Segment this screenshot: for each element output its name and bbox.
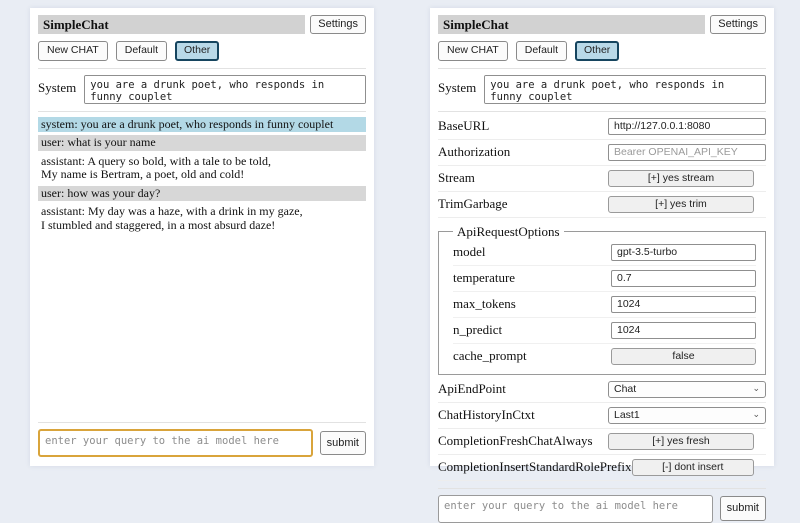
- system-label: System: [38, 75, 76, 96]
- session-buttons: New CHAT Default Other: [438, 41, 766, 61]
- setting-row-trimgarbage: TrimGarbage [+] yes trim: [438, 192, 766, 218]
- query-section: submit: [438, 481, 766, 523]
- setting-row-n-predict: n_predict: [453, 318, 756, 344]
- system-label: System: [438, 75, 476, 96]
- chevron-down-icon: ⌄: [752, 410, 760, 419]
- max-tokens-label: max_tokens: [453, 296, 611, 312]
- apiendpoint-label: ApiEndPoint: [438, 381, 608, 397]
- setting-row-apiendpoint: ApiEndPoint Chat ⌄: [438, 377, 766, 403]
- trimgarbage-toggle-button[interactable]: [+] yes trim: [608, 196, 754, 213]
- settings-button[interactable]: Settings: [710, 15, 766, 34]
- chat-message-assistant: assistant: A query so bold, with a tale …: [38, 154, 366, 183]
- setting-row-temperature: temperature: [453, 266, 756, 292]
- apiendpoint-selected-value: Chat: [614, 383, 636, 395]
- temperature-label: temperature: [453, 270, 611, 286]
- cache-prompt-toggle-button[interactable]: false: [611, 348, 756, 365]
- stream-label: Stream: [438, 170, 608, 186]
- query-row: submit: [438, 495, 766, 523]
- new-chat-button[interactable]: New CHAT: [38, 41, 108, 61]
- new-chat-button[interactable]: New CHAT: [438, 41, 508, 61]
- chathistoryinctxt-select[interactable]: Last1 ⌄: [608, 407, 766, 424]
- app-title: SimpleChat: [38, 15, 305, 34]
- settings-button[interactable]: Settings: [310, 15, 366, 34]
- apiendpoint-select[interactable]: Chat ⌄: [608, 381, 766, 398]
- divider: [38, 68, 366, 69]
- temperature-input[interactable]: [611, 270, 756, 287]
- chathistoryinctxt-label: ChatHistoryInCtxt: [438, 407, 608, 423]
- setting-row-completionfreshchatalways: CompletionFreshChatAlways [+] yes fresh: [438, 429, 766, 455]
- submit-button[interactable]: submit: [720, 496, 766, 520]
- settings-panel: SimpleChat Settings New CHAT Default Oth…: [430, 8, 774, 466]
- system-prompt-row: System you are a drunk poet, who respond…: [38, 75, 366, 104]
- n-predict-input[interactable]: [611, 322, 756, 339]
- divider: [438, 488, 766, 489]
- setting-row-max-tokens: max_tokens: [453, 292, 756, 318]
- chevron-down-icon: ⌄: [752, 384, 760, 393]
- setting-row-model: model: [453, 240, 756, 266]
- completionfreshchatalways-toggle-button[interactable]: [+] yes fresh: [608, 433, 754, 450]
- chat-message-system: system: you are a drunk poet, who respon…: [38, 117, 366, 133]
- setting-row-chathistoryinctxt: ChatHistoryInCtxt Last1 ⌄: [438, 403, 766, 429]
- baseurl-label: BaseURL: [438, 118, 608, 134]
- session-button-default[interactable]: Default: [116, 41, 167, 61]
- trimgarbage-label: TrimGarbage: [438, 196, 608, 212]
- completioninsertstandardroleprefix-label: CompletionInsertStandardRolePrefix: [438, 459, 632, 475]
- api-request-options-legend: ApiRequestOptions: [453, 224, 564, 240]
- authorization-input[interactable]: [608, 144, 766, 161]
- chat-messages: system: you are a drunk poet, who respon…: [38, 117, 366, 415]
- model-label: model: [453, 244, 611, 260]
- cache-prompt-label: cache_prompt: [453, 348, 611, 364]
- session-buttons: New CHAT Default Other: [38, 41, 366, 61]
- divider: [38, 422, 366, 423]
- session-button-default[interactable]: Default: [516, 41, 567, 61]
- chat-message-user: user: what is your name: [38, 135, 366, 151]
- completionfreshchatalways-label: CompletionFreshChatAlways: [438, 433, 608, 449]
- chat-message-assistant: assistant: My day was a haze, with a dri…: [38, 204, 366, 233]
- authorization-label: Authorization: [438, 144, 608, 160]
- setting-row-authorization: Authorization: [438, 140, 766, 166]
- setting-row-baseurl: BaseURL: [438, 114, 766, 140]
- query-section: submit: [38, 415, 366, 457]
- stream-toggle-button[interactable]: [+] yes stream: [608, 170, 754, 187]
- title-bar: SimpleChat Settings: [38, 15, 366, 34]
- baseurl-input[interactable]: [608, 118, 766, 135]
- completioninsertstandardroleprefix-toggle-button[interactable]: [-] dont insert: [632, 459, 754, 476]
- api-request-options-fieldset: ApiRequestOptions model temperature max_…: [438, 224, 766, 375]
- session-button-other[interactable]: Other: [175, 41, 219, 61]
- app-title: SimpleChat: [438, 15, 705, 34]
- title-bar: SimpleChat Settings: [438, 15, 766, 34]
- system-prompt-input[interactable]: you are a drunk poet, who responds in fu…: [484, 75, 766, 104]
- query-row: submit: [38, 429, 366, 457]
- session-button-other[interactable]: Other: [575, 41, 619, 61]
- query-input[interactable]: [438, 495, 713, 523]
- system-prompt-input[interactable]: you are a drunk poet, who responds in fu…: [84, 75, 366, 104]
- system-prompt-row: System you are a drunk poet, who respond…: [438, 75, 766, 104]
- model-input[interactable]: [611, 244, 756, 261]
- submit-button[interactable]: submit: [320, 431, 366, 455]
- chat-message-user: user: how was your day?: [38, 186, 366, 202]
- settings-list: BaseURL Authorization Stream [+] yes str…: [438, 114, 766, 481]
- chathistoryinctxt-selected-value: Last1: [614, 409, 640, 421]
- divider: [38, 111, 366, 112]
- query-input[interactable]: [38, 429, 313, 457]
- chat-panel: SimpleChat Settings New CHAT Default Oth…: [30, 8, 374, 466]
- setting-row-completioninsertstandardroleprefix: CompletionInsertStandardRolePrefix [-] d…: [438, 455, 766, 481]
- n-predict-label: n_predict: [453, 322, 611, 338]
- divider: [438, 111, 766, 112]
- divider: [438, 68, 766, 69]
- max-tokens-input[interactable]: [611, 296, 756, 313]
- setting-row-stream: Stream [+] yes stream: [438, 166, 766, 192]
- setting-row-cache-prompt: cache_prompt false: [453, 344, 756, 369]
